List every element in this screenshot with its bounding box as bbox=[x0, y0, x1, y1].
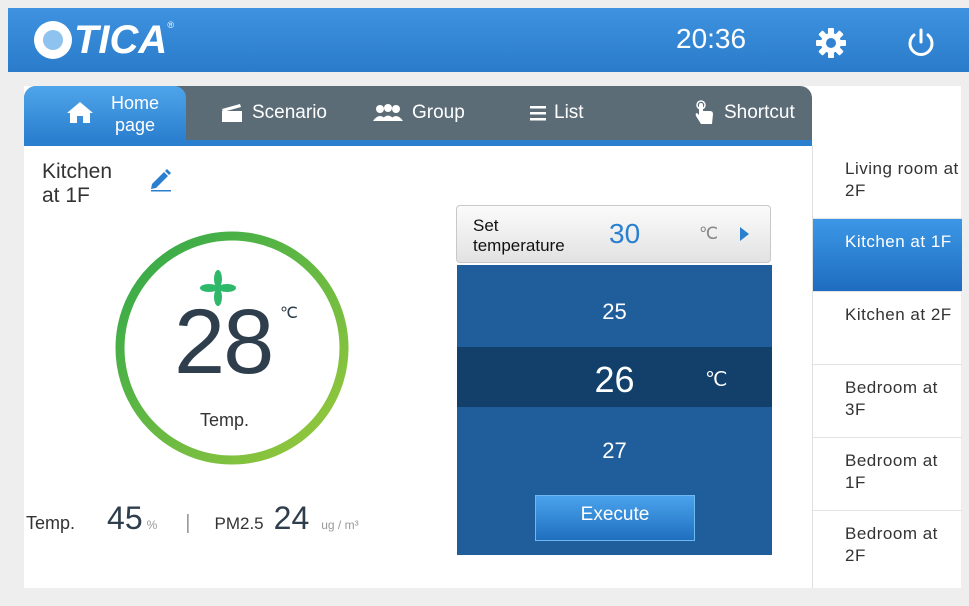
tab-home-label: Home page bbox=[110, 93, 159, 135]
tab-group[interactable]: Group bbox=[372, 86, 465, 140]
room-item-bedroom-3f[interactable]: Bedroom at 3F bbox=[813, 365, 962, 438]
brand-name: TICA bbox=[74, 17, 168, 62]
current-temperature: 28 bbox=[174, 291, 274, 393]
temperature-picker[interactable]: 25 26 ℃ 27 Execute bbox=[457, 265, 772, 555]
picker-option[interactable]: 27 bbox=[457, 438, 772, 464]
picker-selected-row[interactable]: 26 ℃ bbox=[457, 347, 772, 407]
set-temperature-bar[interactable]: Set temperature 30 ℃ bbox=[456, 205, 771, 263]
pm25-label: PM2.5 bbox=[214, 514, 264, 533]
expand-arrow-icon[interactable] bbox=[740, 227, 749, 241]
tica-logo: TICA ® bbox=[34, 16, 174, 64]
room-title: Kitchen at 1F bbox=[42, 160, 113, 207]
room-item-kitchen-1f[interactable]: Kitchen at 1F bbox=[813, 219, 962, 292]
tab-home-page[interactable]: Home page bbox=[24, 86, 186, 140]
home-icon bbox=[67, 102, 93, 123]
set-temperature-unit: ℃ bbox=[699, 224, 719, 243]
tab-group-label: Group bbox=[412, 102, 465, 123]
tab-scenario[interactable]: Scenario bbox=[220, 86, 327, 140]
clock: 20:36 bbox=[676, 23, 747, 54]
humidity-label: Temp. bbox=[26, 513, 76, 533]
room-item-living-room-2f[interactable]: Living room at 2F bbox=[813, 146, 962, 219]
clapperboard-icon bbox=[222, 104, 242, 122]
pm25-unit: ug / m³ bbox=[321, 518, 359, 532]
tab-bar: Home page Scenario Group List Shortcut bbox=[24, 86, 812, 146]
tab-list[interactable]: List bbox=[530, 86, 584, 140]
settings-gear-icon[interactable] bbox=[814, 26, 848, 60]
environment-stats: Temp. 45 % | PM2.5 24 ug / m³ bbox=[26, 500, 359, 540]
humidity-unit: % bbox=[146, 518, 158, 532]
pm25-value: 24 bbox=[273, 500, 310, 536]
room-item-bedroom-2f[interactable]: Bedroom at 2F bbox=[813, 511, 962, 584]
room-item-kitchen-2f[interactable]: Kitchen at 2F bbox=[813, 292, 962, 365]
power-icon[interactable] bbox=[904, 26, 938, 60]
execute-button[interactable]: Execute bbox=[535, 495, 695, 541]
set-temperature-value: 30 bbox=[609, 218, 641, 249]
group-icon bbox=[373, 104, 403, 121]
room-list: Living room at 2F Kitchen at 1F Kitchen … bbox=[812, 146, 962, 588]
edit-pencil-icon[interactable] bbox=[148, 166, 174, 192]
registered-mark: ® bbox=[167, 20, 174, 30]
top-bar: TICA ® 20:36 bbox=[8, 8, 969, 72]
tab-scenario-label: Scenario bbox=[252, 102, 327, 123]
room-item-bedroom-1f[interactable]: Bedroom at 1F bbox=[813, 438, 962, 511]
picker-unit: ℃ bbox=[705, 369, 728, 391]
current-temperature-unit: ℃ bbox=[280, 305, 298, 322]
set-temperature-label: Set temperature bbox=[473, 216, 565, 255]
stats-separator: | bbox=[185, 512, 191, 534]
tab-list-label: List bbox=[554, 102, 584, 123]
list-icon bbox=[530, 106, 546, 121]
tab-shortcut-label: Shortcut bbox=[724, 102, 795, 123]
tab-shortcut[interactable]: Shortcut bbox=[694, 86, 795, 140]
hand-pointer-icon bbox=[695, 100, 713, 124]
logo-mark-icon bbox=[34, 21, 72, 59]
temperature-label: Temp. bbox=[200, 410, 250, 430]
humidity-value: 45 bbox=[107, 500, 143, 536]
picker-option[interactable]: 25 bbox=[457, 299, 772, 325]
tab-underline bbox=[24, 140, 812, 146]
